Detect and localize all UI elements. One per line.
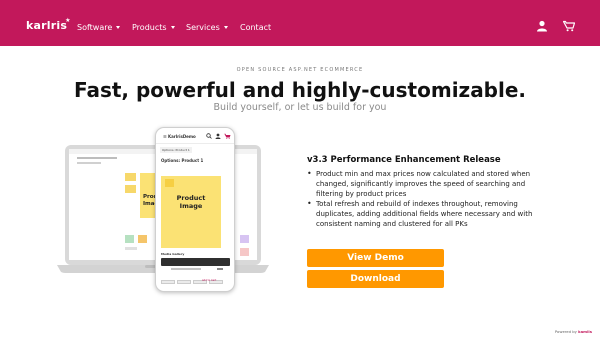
site-logo[interactable]: karlris★	[26, 17, 73, 32]
search-icon	[206, 133, 212, 139]
cart-icon[interactable]	[563, 20, 575, 32]
phone-breadcrumb: Options: Product 1	[160, 147, 192, 153]
phone-product-image-label: Product Image	[176, 194, 206, 210]
nav-products[interactable]: Products	[132, 23, 175, 32]
user-icon[interactable]	[536, 20, 548, 32]
download-button[interactable]: Download	[307, 270, 444, 288]
chevron-down-icon	[116, 26, 121, 29]
nav-software-label[interactable]: Software	[77, 23, 112, 32]
release-bullet: Product min and max prices now calculate…	[307, 169, 539, 199]
phone-add-to-cart: Add to Cart	[202, 279, 217, 282]
nav-contact-label[interactable]: Contact	[240, 23, 271, 32]
nav-products-label[interactable]: Products	[132, 23, 167, 32]
logo-star-icon: ★	[65, 17, 71, 24]
nav-contact[interactable]: Contact	[240, 23, 271, 32]
chevron-down-icon	[223, 26, 228, 29]
powered-by-prefix: Powered by	[554, 329, 579, 334]
hero-tagline: OPEN SOURCE ASP.NET ECOMMERCE	[236, 67, 364, 73]
phone-media-player	[161, 258, 230, 271]
release-bullets: Product min and max prices now calculate…	[307, 169, 539, 229]
phone-mockup: ☰ KarlrisDemo Options: Product 1 Options…	[155, 127, 235, 292]
nav-services-label[interactable]: Services	[186, 23, 220, 32]
nav-software[interactable]: Software	[77, 23, 121, 32]
user-icon	[215, 133, 221, 139]
phone-product-title: Options: Product 1	[161, 158, 204, 163]
release-bullet: Total refresh and rebuild of indexes thr…	[307, 199, 539, 229]
view-demo-button[interactable]: View Demo	[307, 249, 444, 267]
nav-services[interactable]: Services	[186, 23, 228, 32]
hero-title: Fast, powerful and highly-customizable.	[73, 78, 527, 102]
phone-header: ☰ KarlrisDemo	[156, 128, 234, 144]
phone-media-gallery: Media Gallery	[161, 252, 185, 256]
chevron-down-icon	[170, 26, 175, 29]
logo-text[interactable]: karlris	[26, 19, 67, 32]
cart-icon	[224, 133, 231, 139]
phone-logo: ☰ KarlrisDemo	[163, 134, 196, 139]
top-navbar: karlris★ Software Products Services Cont…	[0, 0, 600, 46]
powered-by: Powered by kamlis	[555, 329, 592, 334]
hero-subtitle: Build yourself, or let us build for you	[213, 102, 387, 113]
phone-options-row	[161, 269, 230, 284]
release-title: v3.3 Performance Enhancement Release	[307, 155, 501, 165]
phone-thumbnail	[165, 179, 174, 187]
powered-by-brand[interactable]: kamlis	[578, 329, 592, 334]
